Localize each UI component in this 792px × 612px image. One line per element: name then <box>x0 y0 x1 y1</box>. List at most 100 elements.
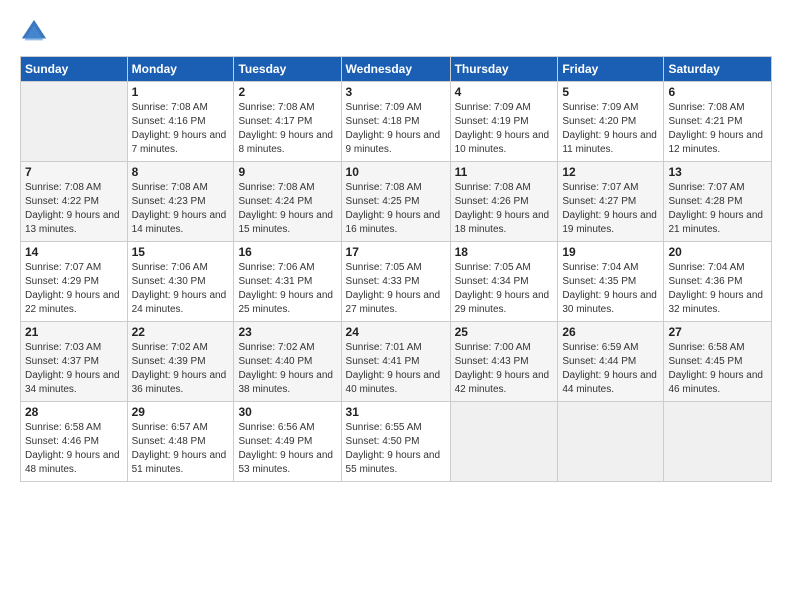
day-number: 17 <box>346 245 446 259</box>
week-row-2: 7 Sunrise: 7:08 AMSunset: 4:22 PMDaylight… <box>21 162 772 242</box>
day-cell: 24 Sunrise: 7:01 AMSunset: 4:41 PMDayligh… <box>341 322 450 402</box>
day-cell: 21Sunrise: 7:03 AMSunset: 4:37 PMDayligh… <box>21 322 128 402</box>
day-info: Sunrise: 7:07 AMSunset: 4:29 PMDaylight:… <box>25 261 123 317</box>
day-cell: 1 Sunrise: 7:08 AMSunset: 4:16 PMDaylight… <box>127 82 234 162</box>
day-number: 27 <box>668 325 767 339</box>
day-number: 18 <box>455 245 554 259</box>
day-cell: 19 Sunrise: 7:04 AMSunset: 4:35 PMDayligh… <box>558 242 664 322</box>
day-number: 12 <box>562 165 659 179</box>
day-info: Sunrise: 7:04 AMSunset: 4:35 PMDaylight:… <box>562 261 659 317</box>
weekday-header-monday: Monday <box>127 57 234 82</box>
day-cell: 12 Sunrise: 7:07 AMSunset: 4:27 PMDayligh… <box>558 162 664 242</box>
day-number: 1 <box>132 85 230 99</box>
day-info: Sunrise: 7:01 AMSunset: 4:41 PMDaylight:… <box>346 341 446 397</box>
day-cell: 8 Sunrise: 7:08 AMSunset: 4:23 PMDaylight… <box>127 162 234 242</box>
day-number: 21 <box>25 325 123 339</box>
day-number: 30 <box>238 405 336 419</box>
week-row-5: 28 Sunrise: 6:58 AMSunset: 4:46 PMDayligh… <box>21 402 772 482</box>
day-cell <box>664 402 772 482</box>
day-cell: 14 Sunrise: 7:07 AMSunset: 4:29 PMDayligh… <box>21 242 128 322</box>
day-cell: 4 Sunrise: 7:09 AMSunset: 4:19 PMDaylight… <box>450 82 558 162</box>
day-number: 22 <box>132 325 230 339</box>
day-number: 23 <box>238 325 336 339</box>
day-cell: 22 Sunrise: 7:02 AMSunset: 4:39 PMDayligh… <box>127 322 234 402</box>
day-number: 11 <box>455 165 554 179</box>
weekday-header-row: SundayMondayTuesdayWednesdayThursdayFrid… <box>21 57 772 82</box>
day-info: Sunrise: 7:05 AMSunset: 4:33 PMDaylight:… <box>346 261 446 317</box>
day-info: Sunrise: 7:08 AMSunset: 4:25 PMDaylight:… <box>346 181 446 237</box>
week-row-3: 14 Sunrise: 7:07 AMSunset: 4:29 PMDayligh… <box>21 242 772 322</box>
day-cell: 15 Sunrise: 7:06 AMSunset: 4:30 PMDayligh… <box>127 242 234 322</box>
day-cell: 6Sunrise: 7:08 AMSunset: 4:21 PMDaylight… <box>664 82 772 162</box>
day-info: Sunrise: 7:08 AMSunset: 4:17 PMDaylight:… <box>238 101 336 157</box>
day-number: 16 <box>238 245 336 259</box>
day-info: Sunrise: 6:56 AMSunset: 4:49 PMDaylight:… <box>238 421 336 477</box>
day-cell <box>450 402 558 482</box>
day-info: Sunrise: 7:09 AMSunset: 4:19 PMDaylight:… <box>455 101 554 157</box>
day-cell: 5 Sunrise: 7:09 AMSunset: 4:20 PMDaylight… <box>558 82 664 162</box>
day-cell: 10Sunrise: 7:08 AMSunset: 4:25 PMDayligh… <box>341 162 450 242</box>
day-info: Sunrise: 6:58 AMSunset: 4:46 PMDaylight:… <box>25 421 123 477</box>
day-number: 19 <box>562 245 659 259</box>
day-cell <box>21 82 128 162</box>
day-info: Sunrise: 7:07 AMSunset: 4:27 PMDaylight:… <box>562 181 659 237</box>
day-cell: 16 Sunrise: 7:06 AMSunset: 4:31 PMDayligh… <box>234 242 341 322</box>
day-cell: 20Sunrise: 7:04 AMSunset: 4:36 PMDayligh… <box>664 242 772 322</box>
day-info: Sunrise: 6:58 AMSunset: 4:45 PMDaylight:… <box>668 341 767 397</box>
weekday-header-wednesday: Wednesday <box>341 57 450 82</box>
day-number: 28 <box>25 405 123 419</box>
day-info: Sunrise: 7:05 AMSunset: 4:34 PMDaylight:… <box>455 261 554 317</box>
day-cell: 11 Sunrise: 7:08 AMSunset: 4:26 PMDayligh… <box>450 162 558 242</box>
day-number: 31 <box>346 405 446 419</box>
weekday-header-friday: Friday <box>558 57 664 82</box>
day-cell: 31 Sunrise: 6:55 AMSunset: 4:50 PMDayligh… <box>341 402 450 482</box>
day-info: Sunrise: 7:08 AMSunset: 4:26 PMDaylight:… <box>455 181 554 237</box>
day-number: 14 <box>25 245 123 259</box>
weekday-header-thursday: Thursday <box>450 57 558 82</box>
calendar-page: SundayMondayTuesdayWednesdayThursdayFrid… <box>0 0 792 612</box>
logo <box>20 18 52 46</box>
day-cell: 18 Sunrise: 7:05 AMSunset: 4:34 PMDayligh… <box>450 242 558 322</box>
day-info: Sunrise: 7:00 AMSunset: 4:43 PMDaylight:… <box>455 341 554 397</box>
day-number: 29 <box>132 405 230 419</box>
calendar-table: SundayMondayTuesdayWednesdayThursdayFrid… <box>20 56 772 482</box>
day-cell: 23Sunrise: 7:02 AMSunset: 4:40 PMDayligh… <box>234 322 341 402</box>
day-cell: 3 Sunrise: 7:09 AMSunset: 4:18 PMDaylight… <box>341 82 450 162</box>
day-number: 26 <box>562 325 659 339</box>
day-info: Sunrise: 7:08 AMSunset: 4:16 PMDaylight:… <box>132 101 230 157</box>
weekday-header-tuesday: Tuesday <box>234 57 341 82</box>
day-info: Sunrise: 7:09 AMSunset: 4:20 PMDaylight:… <box>562 101 659 157</box>
day-info: Sunrise: 7:06 AMSunset: 4:30 PMDaylight:… <box>132 261 230 317</box>
day-cell: 7 Sunrise: 7:08 AMSunset: 4:22 PMDaylight… <box>21 162 128 242</box>
day-cell: 2Sunrise: 7:08 AMSunset: 4:17 PMDaylight… <box>234 82 341 162</box>
day-info: Sunrise: 7:04 AMSunset: 4:36 PMDaylight:… <box>668 261 767 317</box>
day-info: Sunrise: 6:55 AMSunset: 4:50 PMDaylight:… <box>346 421 446 477</box>
day-cell: 30 Sunrise: 6:56 AMSunset: 4:49 PMDayligh… <box>234 402 341 482</box>
day-info: Sunrise: 7:08 AMSunset: 4:23 PMDaylight:… <box>132 181 230 237</box>
day-number: 4 <box>455 85 554 99</box>
day-number: 25 <box>455 325 554 339</box>
day-info: Sunrise: 7:08 AMSunset: 4:24 PMDaylight:… <box>238 181 336 237</box>
day-info: Sunrise: 6:59 AMSunset: 4:44 PMDaylight:… <box>562 341 659 397</box>
header <box>20 18 772 46</box>
day-cell: 29 Sunrise: 6:57 AMSunset: 4:48 PMDayligh… <box>127 402 234 482</box>
day-info: Sunrise: 6:57 AMSunset: 4:48 PMDaylight:… <box>132 421 230 477</box>
day-number: 6 <box>668 85 767 99</box>
day-number: 24 <box>346 325 446 339</box>
day-number: 9 <box>238 165 336 179</box>
day-info: Sunrise: 7:09 AMSunset: 4:18 PMDaylight:… <box>346 101 446 157</box>
day-number: 5 <box>562 85 659 99</box>
day-cell: 26 Sunrise: 6:59 AMSunset: 4:44 PMDayligh… <box>558 322 664 402</box>
day-number: 7 <box>25 165 123 179</box>
day-number: 8 <box>132 165 230 179</box>
day-info: Sunrise: 7:08 AMSunset: 4:22 PMDaylight:… <box>25 181 123 237</box>
day-info: Sunrise: 7:06 AMSunset: 4:31 PMDaylight:… <box>238 261 336 317</box>
day-cell: 28 Sunrise: 6:58 AMSunset: 4:46 PMDayligh… <box>21 402 128 482</box>
day-cell: 13Sunrise: 7:07 AMSunset: 4:28 PMDayligh… <box>664 162 772 242</box>
day-cell: 9 Sunrise: 7:08 AMSunset: 4:24 PMDaylight… <box>234 162 341 242</box>
day-number: 3 <box>346 85 446 99</box>
day-number: 15 <box>132 245 230 259</box>
day-number: 13 <box>668 165 767 179</box>
day-cell <box>558 402 664 482</box>
day-info: Sunrise: 7:02 AMSunset: 4:39 PMDaylight:… <box>132 341 230 397</box>
